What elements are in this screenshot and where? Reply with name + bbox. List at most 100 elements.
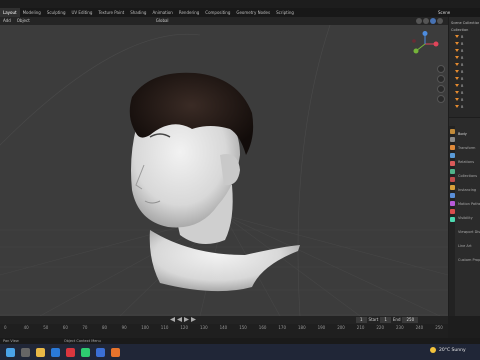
properties-panel: Body Transform Relations Collections Instan…: [449, 118, 480, 316]
timeline-tick-label: 0: [4, 325, 7, 330]
outliner-item[interactable]: Collection: [451, 27, 479, 33]
timeline-tick-label: 210: [356, 325, 365, 330]
blender-icon[interactable]: [111, 347, 120, 357]
outliner-item[interactable]: B: [451, 62, 479, 68]
outliner-item[interactable]: B: [451, 83, 479, 89]
properties-section[interactable]: Instancing: [458, 188, 476, 192]
outliner-item[interactable]: B: [451, 34, 479, 40]
outliner-item[interactable]: B: [451, 48, 479, 54]
timeline-tick-label: 60: [62, 325, 68, 330]
outliner-item[interactable]: B: [451, 41, 479, 47]
timeline-tick-label: 120: [180, 325, 189, 330]
tab-modeling[interactable]: Modeling: [20, 8, 44, 17]
pan-hand-icon[interactable]: [437, 75, 445, 83]
solid-shading-icon[interactable]: [423, 18, 429, 24]
timeline-ruler[interactable]: 0 40 50 60 70 80 90 100 110 120 130 140 150 160 170 180…: [0, 324, 448, 338]
properties-section[interactable]: Viewport Display: [458, 230, 480, 234]
timeline-tick-label: 40: [23, 325, 29, 330]
outliner-item[interactable]: B: [451, 97, 479, 103]
jump-start-icon[interactable]: [170, 317, 175, 322]
orientation-dropdown[interactable]: Global: [153, 17, 172, 25]
outliner-item[interactable]: B: [451, 90, 479, 96]
outliner-item[interactable]: Scene Collection: [451, 20, 479, 26]
blender-window: Layout Modeling Sculpting UV Editing Texture…: [0, 0, 480, 360]
status-middle: Object Context Menu: [63, 339, 101, 343]
properties-tab-icon[interactable]: [449, 145, 455, 150]
scene-selector[interactable]: Scene: [438, 8, 450, 17]
object-name-field[interactable]: Body: [458, 132, 467, 136]
tab-sculpting[interactable]: Sculpting: [44, 8, 69, 17]
timeline-tick-label: 90: [121, 325, 127, 330]
outliner-item[interactable]: B: [451, 76, 479, 82]
properties-section[interactable]: Relations: [458, 160, 474, 164]
play-reverse-icon[interactable]: [177, 317, 182, 322]
add-menu[interactable]: Add: [0, 17, 14, 25]
properties-tab-icon[interactable]: [449, 217, 455, 222]
properties-section[interactable]: Custom Properties: [458, 258, 480, 262]
timeline-tick-label: 240: [415, 325, 424, 330]
properties-tab-icon[interactable]: [449, 137, 455, 142]
timeline-tick-label: 160: [258, 325, 267, 330]
mesh-object-icon: [455, 84, 459, 87]
outliner-item-label: B: [461, 63, 464, 67]
workspace-tabs: Layout Modeling Sculpting UV Editing Texture…: [0, 8, 480, 17]
properties-tab-icon[interactable]: [449, 201, 455, 206]
opera-icon[interactable]: [66, 347, 75, 357]
start-frame-field[interactable]: 1: [380, 317, 391, 323]
properties-section[interactable]: Transform: [458, 146, 475, 150]
outliner-item-label: B: [461, 49, 464, 53]
outliner-item-label: Scene Collection: [451, 21, 479, 25]
tab-rendering[interactable]: Rendering: [176, 8, 202, 17]
workspace-tab-list: Layout Modeling Sculpting UV Editing Texture…: [0, 8, 297, 17]
outliner-item[interactable]: B: [451, 55, 479, 61]
properties-tab-icon[interactable]: [449, 129, 455, 134]
3d-viewport[interactable]: [0, 25, 448, 316]
task-view-icon[interactable]: [21, 347, 30, 357]
properties-tab-icon[interactable]: [449, 161, 455, 166]
properties-tab-icon[interactable]: [449, 185, 455, 190]
tab-shading[interactable]: Shading: [127, 8, 149, 17]
perspective-toggle-icon[interactable]: [437, 95, 445, 103]
tab-animation[interactable]: Animation: [149, 8, 175, 17]
tab-uv-editing[interactable]: UV Editing: [69, 8, 96, 17]
rendered-shading-icon[interactable]: [437, 18, 443, 24]
mail-icon[interactable]: [51, 347, 60, 357]
current-frame-field[interactable]: 1: [356, 317, 367, 323]
properties-tab-icon[interactable]: [449, 177, 455, 182]
outliner-item-label: B: [461, 56, 464, 60]
weather-text[interactable]: 20°C Sunny: [439, 348, 466, 353]
outliner-item-label: Collection: [451, 28, 469, 32]
properties-section[interactable]: Collections: [458, 174, 477, 178]
timeline-tick-label: 180: [298, 325, 306, 330]
outliner-item[interactable]: B: [451, 104, 479, 110]
timeline-tick-label: 80: [102, 325, 108, 330]
tab-geometry-nodes[interactable]: Geometry Nodes: [233, 8, 273, 17]
properties-tab-icon[interactable]: [449, 153, 455, 158]
start-button-icon[interactable]: [6, 347, 15, 357]
properties-section[interactable]: Line Art: [458, 244, 472, 248]
end-frame-field[interactable]: 250: [402, 317, 419, 323]
tab-texture-paint[interactable]: Texture Paint: [95, 8, 127, 17]
mesh-object-icon: [455, 42, 459, 45]
outliner-item[interactable]: B: [451, 69, 479, 75]
file-explorer-icon[interactable]: [36, 347, 45, 357]
tab-compositing[interactable]: Compositing: [202, 8, 233, 17]
zoom-icon[interactable]: [437, 65, 445, 73]
jump-end-icon[interactable]: [191, 317, 196, 322]
properties-tab-strip: [449, 126, 455, 316]
properties-section[interactable]: Visibility: [458, 216, 473, 220]
material-shading-icon[interactable]: [430, 18, 436, 24]
wireframe-shading-icon[interactable]: [416, 18, 422, 24]
play-icon[interactable]: [184, 317, 189, 322]
properties-tab-icon[interactable]: [449, 169, 455, 174]
camera-view-icon[interactable]: [437, 85, 445, 93]
object-menu[interactable]: Object: [14, 17, 33, 25]
navigation-gizmo[interactable]: [410, 31, 440, 57]
properties-tab-icon[interactable]: [449, 193, 455, 198]
tab-layout[interactable]: Layout: [0, 8, 20, 17]
properties-section[interactable]: Motion Paths: [458, 202, 480, 206]
properties-tab-icon[interactable]: [449, 209, 455, 214]
tab-scripting[interactable]: Scripting: [273, 8, 297, 17]
store-icon[interactable]: [96, 347, 105, 357]
edge-icon[interactable]: [81, 347, 90, 357]
